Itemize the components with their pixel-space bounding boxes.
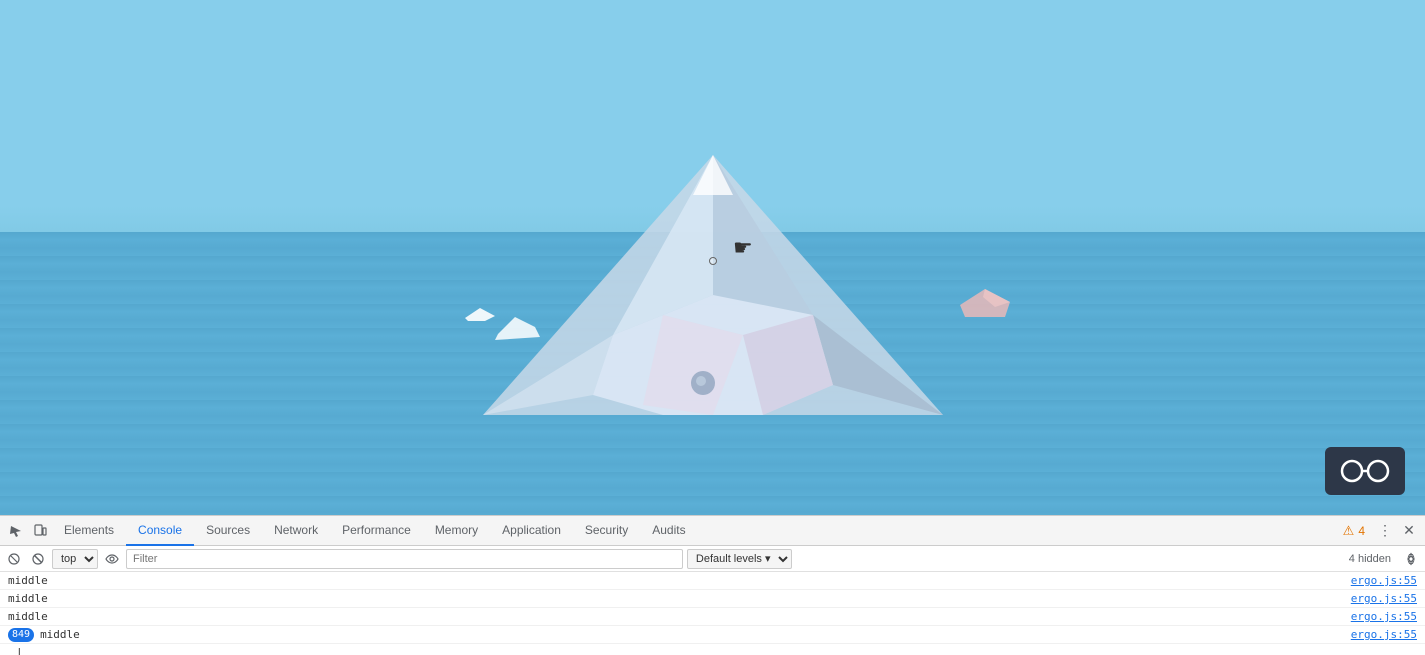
ice-chunk-right	[955, 287, 1015, 325]
console-filter-input[interactable]	[126, 549, 683, 569]
log-levels-selector[interactable]: Default levels ▾	[687, 549, 792, 569]
tab-performance[interactable]: Performance	[330, 516, 423, 546]
log-row: middle ergo.js:55	[0, 572, 1425, 590]
inspect-element-button[interactable]	[4, 519, 28, 543]
eye-button[interactable]	[102, 549, 122, 569]
log-row: middle ergo.js:55	[0, 608, 1425, 626]
console-settings-button[interactable]	[1401, 549, 1421, 569]
devtools-panel: Elements Console Sources Network Perform…	[0, 515, 1425, 655]
context-selector[interactable]: top	[52, 549, 98, 569]
log-source-1[interactable]: ergo.js:55	[1351, 574, 1417, 587]
tab-console[interactable]: Console	[126, 516, 194, 546]
tab-elements[interactable]: Elements	[52, 516, 126, 546]
close-devtools-button[interactable]: ✕	[1397, 519, 1421, 543]
log-text-4: middle	[40, 628, 1351, 641]
console-log-area[interactable]: middle ergo.js:55 middle ergo.js:55 midd…	[0, 572, 1425, 655]
tab-sources[interactable]: Sources	[194, 516, 262, 546]
log-row: 849 middle ergo.js:55	[0, 626, 1425, 644]
warning-icon: ⚠	[1343, 523, 1355, 539]
log-text-1: middle	[8, 574, 1351, 587]
tab-network[interactable]: Network	[262, 516, 330, 546]
vr-button[interactable]	[1325, 447, 1405, 495]
warning-badge[interactable]: ⚠ 4	[1335, 523, 1373, 539]
hidden-count-label: 4 hidden	[1343, 553, 1397, 565]
tab-audits[interactable]: Audits	[640, 516, 697, 546]
warning-count: 4	[1358, 524, 1365, 538]
log-text-2: middle	[8, 592, 1351, 605]
device-toolbar-button[interactable]	[28, 519, 52, 543]
log-source-3[interactable]: ergo.js:55	[1351, 610, 1417, 623]
tab-security[interactable]: Security	[573, 516, 640, 546]
log-repeat-badge: 849	[8, 628, 34, 642]
game-viewport: ☛	[0, 0, 1425, 515]
log-source-4[interactable]: ergo.js:55	[1351, 628, 1417, 641]
devtools-tab-bar: Elements Console Sources Network Perform…	[0, 516, 1425, 546]
ice-chunk-left2	[490, 312, 550, 345]
console-cursor: |	[8, 646, 31, 655]
clear-console-button[interactable]	[4, 549, 24, 569]
tab-application[interactable]: Application	[490, 516, 573, 546]
block-button[interactable]	[28, 549, 48, 569]
log-source-2[interactable]: ergo.js:55	[1351, 592, 1417, 605]
tab-memory[interactable]: Memory	[423, 516, 490, 546]
cursor-row: |	[0, 644, 1425, 655]
more-options-button[interactable]: ⋮	[1373, 519, 1397, 543]
target-crosshair	[709, 257, 717, 265]
log-text-3: middle	[8, 610, 1351, 623]
iceberg-mountain	[463, 135, 963, 455]
console-secondary-toolbar: top Default levels ▾ 4 hidden	[0, 546, 1425, 572]
log-row: middle ergo.js:55	[0, 590, 1425, 608]
